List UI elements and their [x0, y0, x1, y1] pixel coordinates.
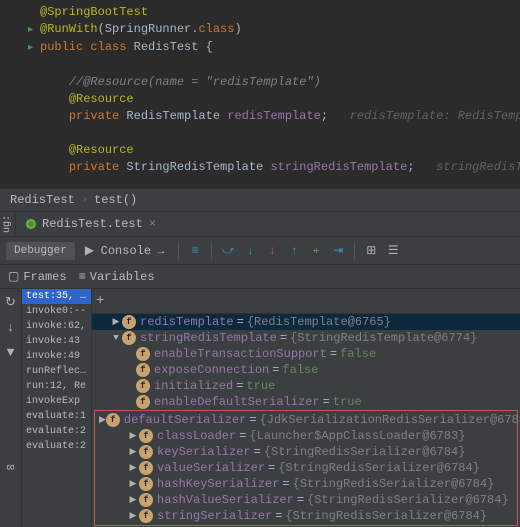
debug-panels: ↻ ↓ ▼ ∞ test:35, Reinvoke0:--invoke:62,i…	[0, 289, 520, 527]
field-badge-icon: f	[136, 395, 150, 409]
field-badge-icon: f	[139, 477, 153, 491]
annotation: @SpringBootTest	[40, 5, 148, 19]
force-step-into-icon[interactable]: ↓	[262, 241, 282, 261]
frame-item[interactable]: invoke:49	[22, 349, 91, 364]
highlighted-group: fdefaultSerializer={JdkSerializationRedi…	[94, 410, 518, 526]
inline-hint: redisTemplate: RedisTemplate@6765	[350, 109, 520, 123]
expand-icon[interactable]	[127, 431, 139, 441]
field-badge-icon: f	[139, 461, 153, 475]
debug-toolbar: Debugger ▶ Console → ≡ ⤻ ↓ ↓ ↑ ⍅ ⇥ ⊞ ☰	[0, 237, 520, 265]
menu-icon[interactable]: ≡	[185, 241, 205, 261]
variables-tree: + fredisTemplate={RedisTemplate@6765}fst…	[92, 289, 520, 527]
breadcrumb[interactable]: RedisTest›test()	[0, 188, 520, 212]
field-badge-icon: f	[139, 429, 153, 443]
variable-row[interactable]: fredisTemplate={RedisTemplate@6765}	[92, 314, 520, 330]
frames-panel-label[interactable]: ▢ Frames	[8, 269, 67, 284]
step-over-icon[interactable]: ⤻	[218, 241, 238, 261]
frame-item[interactable]: run:12, Re	[22, 379, 91, 394]
collapse-icon[interactable]	[110, 333, 122, 343]
variable-row[interactable]: finitialized=true	[92, 378, 520, 394]
field-badge-icon: f	[136, 363, 150, 377]
run-gutter-icon[interactable]: ▸	[28, 25, 33, 36]
down-arrow-icon[interactable]: ↓	[7, 320, 15, 335]
code-editor[interactable]: @SpringBootTest ▸@RunWith(SpringRunner.c…	[0, 0, 520, 188]
step-out-icon[interactable]: ↑	[284, 241, 304, 261]
step-into-icon[interactable]: ↓	[240, 241, 260, 261]
variable-row[interactable]: fenableTransactionSupport=false	[92, 346, 520, 362]
variable-row[interactable]: fclassLoader={Launcher$AppClassLoader@67…	[95, 428, 517, 444]
frame-item[interactable]: test:35, Re	[22, 289, 91, 304]
tab-console[interactable]: ▶ Console →	[77, 240, 172, 261]
run-gutter-icon[interactable]: ▸	[28, 43, 33, 54]
run-to-cursor-icon[interactable]: ⇥	[328, 241, 348, 261]
close-icon[interactable]: ×	[149, 217, 156, 231]
variable-row[interactable]: fdefaultSerializer={JdkSerializationRedi…	[95, 412, 517, 428]
expand-icon[interactable]	[99, 415, 106, 425]
frame-item[interactable]: evaluate:2	[22, 439, 91, 454]
variables-panel-label[interactable]: ≡ Variables	[79, 269, 155, 284]
expand-icon[interactable]	[110, 317, 122, 327]
variable-row[interactable]: fhashKeySerializer={StringRedisSerialize…	[95, 476, 517, 492]
field-badge-icon: f	[139, 509, 153, 523]
restart-icon[interactable]: ↻	[5, 295, 16, 310]
frame-item[interactable]: invoke:43	[22, 334, 91, 349]
debug-side-gutter: ↻ ↓ ▼ ∞	[0, 289, 22, 527]
frame-item[interactable]: invoke:62,	[22, 319, 91, 334]
variable-row[interactable]: fvalueSerializer={StringRedisSerializer@…	[95, 460, 517, 476]
expand-icon[interactable]	[127, 511, 139, 521]
field-badge-icon: f	[136, 379, 150, 393]
field-badge-icon: f	[106, 413, 120, 427]
add-watch-icon[interactable]: +	[96, 293, 104, 309]
tool-window-label[interactable]: ug:	[0, 213, 16, 235]
field-badge-icon: f	[139, 445, 153, 459]
link-icon[interactable]: ∞	[7, 460, 15, 475]
expand-icon[interactable]	[127, 447, 139, 457]
field-badge-icon: f	[122, 331, 136, 345]
filter-icon[interactable]: ▼	[7, 345, 15, 360]
evaluate-icon[interactable]: ⊞	[361, 241, 381, 261]
frame-item[interactable]: invokeExp	[22, 394, 91, 409]
run-tabs: ug: RedisTest.test ×	[0, 212, 520, 237]
drop-frame-icon[interactable]: ⍅	[306, 241, 326, 261]
expand-icon[interactable]	[127, 463, 139, 473]
tab-debugger[interactable]: Debugger	[6, 242, 75, 260]
variable-row[interactable]: fhashValueSerializer={StringRedisSeriali…	[95, 492, 517, 508]
frames-list: test:35, Reinvoke0:--invoke:62,invoke:43…	[22, 289, 92, 527]
run-tab[interactable]: RedisTest.test ×	[16, 212, 166, 236]
variable-row[interactable]: fkeySerializer={StringRedisSerializer@67…	[95, 444, 517, 460]
field-badge-icon: f	[122, 315, 136, 329]
status-dot-icon	[26, 219, 36, 229]
variable-row[interactable]: fenableDefaultSerializer=true	[92, 394, 520, 410]
more-icon[interactable]: ☰	[383, 241, 403, 261]
frame-item[interactable]: evaluate:1	[22, 409, 91, 424]
frame-item[interactable]: invoke0:--	[22, 304, 91, 319]
frame-item[interactable]: runReflecti	[22, 364, 91, 379]
field-badge-icon: f	[139, 493, 153, 507]
variable-row[interactable]: fstringRedisTemplate={StringRedisTemplat…	[92, 330, 520, 346]
variable-row[interactable]: fstringSerializer={StringRedisSerializer…	[95, 508, 517, 524]
variable-row[interactable]: fexposeConnection=false	[92, 362, 520, 378]
panels-header: ▢ Frames ≡ Variables	[0, 265, 520, 289]
expand-icon[interactable]	[127, 495, 139, 505]
expand-icon[interactable]	[127, 479, 139, 489]
field-badge-icon: f	[136, 347, 150, 361]
inline-hint: stringRedisTemplate: St	[436, 160, 520, 174]
frame-item[interactable]: evaluate:2	[22, 424, 91, 439]
